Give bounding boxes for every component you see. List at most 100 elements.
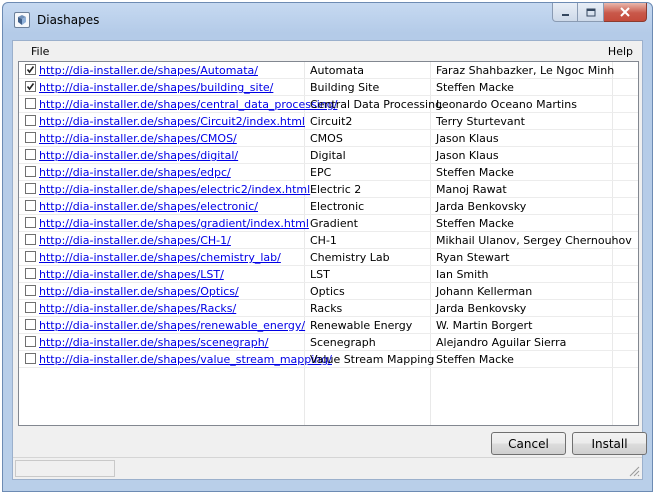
shape-url-link[interactable]: http://dia-installer.de/shapes/Racks/	[39, 302, 236, 315]
list-row[interactable]: http://dia-installer.de/shapes/renewable…	[19, 317, 638, 334]
menu-help[interactable]: Help	[608, 45, 633, 58]
row-checkbox[interactable]	[25, 81, 36, 92]
shape-author: Terry Sturtevant	[436, 115, 525, 128]
client-area: File Help http://dia-installer.de/shapes…	[12, 40, 647, 480]
close-button[interactable]	[604, 3, 647, 22]
shape-name: CMOS	[310, 132, 343, 145]
shape-url-link[interactable]: http://dia-installer.de/shapes/LST/	[39, 268, 224, 281]
list-row[interactable]: http://dia-installer.de/shapes/Circuit2/…	[19, 113, 638, 130]
shape-url-link[interactable]: http://dia-installer.de/shapes/Automata/	[39, 64, 258, 77]
row-checkbox[interactable]	[25, 319, 36, 330]
status-panel	[15, 460, 115, 477]
shape-url-link[interactable]: http://dia-installer.de/shapes/electric2…	[39, 183, 310, 196]
list-row[interactable]: http://dia-installer.de/shapes/edpc/EPC S…	[19, 164, 638, 181]
shape-name: Optics	[310, 285, 345, 298]
shape-url-link[interactable]: http://dia-installer.de/shapes/gradient/…	[39, 217, 309, 230]
row-checkbox[interactable]	[25, 268, 36, 279]
shape-name: Circuit2	[310, 115, 353, 128]
shape-name: LST	[310, 268, 330, 281]
shapes-list[interactable]: http://dia-installer.de/shapes/Automata/…	[18, 61, 639, 426]
row-checkbox[interactable]	[25, 166, 36, 177]
shape-name: EPC	[310, 166, 332, 179]
shape-author: Jarda Benkovsky	[436, 200, 527, 213]
shape-url-link[interactable]: http://dia-installer.de/shapes/building_…	[39, 81, 273, 94]
row-checkbox[interactable]	[25, 149, 36, 160]
shape-author: Steffen Macke	[436, 166, 514, 179]
window-controls	[552, 3, 647, 23]
shape-name: Renewable Energy	[310, 319, 413, 332]
shape-url-link[interactable]: http://dia-installer.de/shapes/electroni…	[39, 200, 258, 213]
shape-name: Electric 2	[310, 183, 362, 196]
list-row[interactable]: http://dia-installer.de/shapes/central_d…	[19, 96, 638, 113]
list-row[interactable]: http://dia-installer.de/shapes/Optics/Op…	[19, 283, 638, 300]
list-row[interactable]: http://dia-installer.de/shapes/chemistry…	[19, 249, 638, 266]
row-checkbox[interactable]	[25, 217, 36, 228]
app-window: Diashapes File Help http://dia-installer…	[2, 2, 653, 492]
row-checkbox[interactable]	[25, 64, 36, 75]
shape-author: W. Martin Borgert	[436, 319, 533, 332]
minimize-button[interactable]	[552, 3, 578, 22]
list-row[interactable]: http://dia-installer.de/shapes/value_str…	[19, 351, 638, 368]
row-checkbox[interactable]	[25, 285, 36, 296]
shape-author: Ryan Stewart	[436, 251, 510, 264]
shape-url-link[interactable]: http://dia-installer.de/shapes/edpc/	[39, 166, 231, 179]
shape-author: Steffen Macke	[436, 353, 514, 366]
app-icon[interactable]	[14, 12, 30, 28]
shape-author: Mikhail Ulanov, Sergey Chernouhov	[436, 234, 632, 247]
list-row[interactable]: http://dia-installer.de/shapes/gradient/…	[19, 215, 638, 232]
shape-name: Central Data Processing	[310, 98, 443, 111]
title-bar[interactable]: Diashapes	[3, 3, 652, 33]
list-row[interactable]: http://dia-installer.de/shapes/LST/LST Ia…	[19, 266, 638, 283]
shape-url-link[interactable]: http://dia-installer.de/shapes/Circuit2/…	[39, 115, 305, 128]
list-row[interactable]: http://dia-installer.de/shapes/electric2…	[19, 181, 638, 198]
row-checkbox[interactable]	[25, 302, 36, 313]
checkmark-icon	[26, 66, 35, 74]
list-row[interactable]: http://dia-installer.de/shapes/CMOS/CMOS…	[19, 130, 638, 147]
row-checkbox[interactable]	[25, 115, 36, 126]
row-checkbox[interactable]	[25, 251, 36, 262]
window-title: Diashapes	[37, 13, 100, 27]
shape-author: Jarda Benkovsky	[436, 302, 527, 315]
row-checkbox[interactable]	[25, 98, 36, 109]
shape-author: Alejandro Aguilar Sierra	[436, 336, 567, 349]
shape-name: Scenegraph	[310, 336, 376, 349]
shape-url-link[interactable]: http://dia-installer.de/shapes/scenegrap…	[39, 336, 268, 349]
shape-name: Value Stream Mapping	[310, 353, 435, 366]
shape-author: Jason Klaus	[436, 149, 499, 162]
shape-url-link[interactable]: http://dia-installer.de/shapes/renewable…	[39, 319, 305, 332]
shape-url-link[interactable]: http://dia-installer.de/shapes/digital/	[39, 149, 238, 162]
maximize-button[interactable]	[578, 3, 604, 22]
row-checkbox[interactable]	[25, 336, 36, 347]
shape-name: Gradient	[310, 217, 358, 230]
list-row[interactable]: http://dia-installer.de/shapes/CH-1/CH-1…	[19, 232, 638, 249]
list-row[interactable]: http://dia-installer.de/shapes/building_…	[19, 79, 638, 96]
shape-author: Ian Smith	[436, 268, 489, 281]
row-checkbox[interactable]	[25, 132, 36, 143]
shape-url-link[interactable]: http://dia-installer.de/shapes/central_d…	[39, 98, 337, 111]
shape-name: Building Site	[310, 81, 380, 94]
list-row[interactable]: http://dia-installer.de/shapes/Racks/Rac…	[19, 300, 638, 317]
list-row[interactable]: http://dia-installer.de/shapes/scenegrap…	[19, 334, 638, 351]
list-row[interactable]: http://dia-installer.de/shapes/Automata/…	[19, 62, 638, 79]
shape-url-link[interactable]: http://dia-installer.de/shapes/chemistry…	[39, 251, 281, 264]
shape-author: Faraz Shahbazker, Le Ngoc Minh	[436, 64, 615, 77]
row-checkbox[interactable]	[25, 234, 36, 245]
shape-name: Racks	[310, 302, 343, 315]
shape-url-link[interactable]: http://dia-installer.de/shapes/CH-1/	[39, 234, 231, 247]
shape-author: Jason Klaus	[436, 132, 499, 145]
shape-url-link[interactable]: http://dia-installer.de/shapes/Optics/	[39, 285, 239, 298]
shape-url-link[interactable]: http://dia-installer.de/shapes/CMOS/	[39, 132, 237, 145]
cancel-button[interactable]: Cancel	[491, 432, 566, 455]
shape-author: Steffen Macke	[436, 217, 514, 230]
shape-url-link[interactable]: http://dia-installer.de/shapes/value_str…	[39, 353, 332, 366]
list-row[interactable]: http://dia-installer.de/shapes/digital/D…	[19, 147, 638, 164]
row-checkbox[interactable]	[25, 353, 36, 364]
list-row[interactable]: http://dia-installer.de/shapes/electroni…	[19, 198, 638, 215]
install-button[interactable]: Install	[572, 432, 647, 455]
row-checkbox[interactable]	[25, 200, 36, 211]
resize-grip-icon[interactable]	[628, 465, 640, 477]
shape-author: Manoj Rawat	[436, 183, 507, 196]
menu-file[interactable]: File	[31, 45, 49, 58]
row-checkbox[interactable]	[25, 183, 36, 194]
shape-name: Automata	[310, 64, 365, 77]
